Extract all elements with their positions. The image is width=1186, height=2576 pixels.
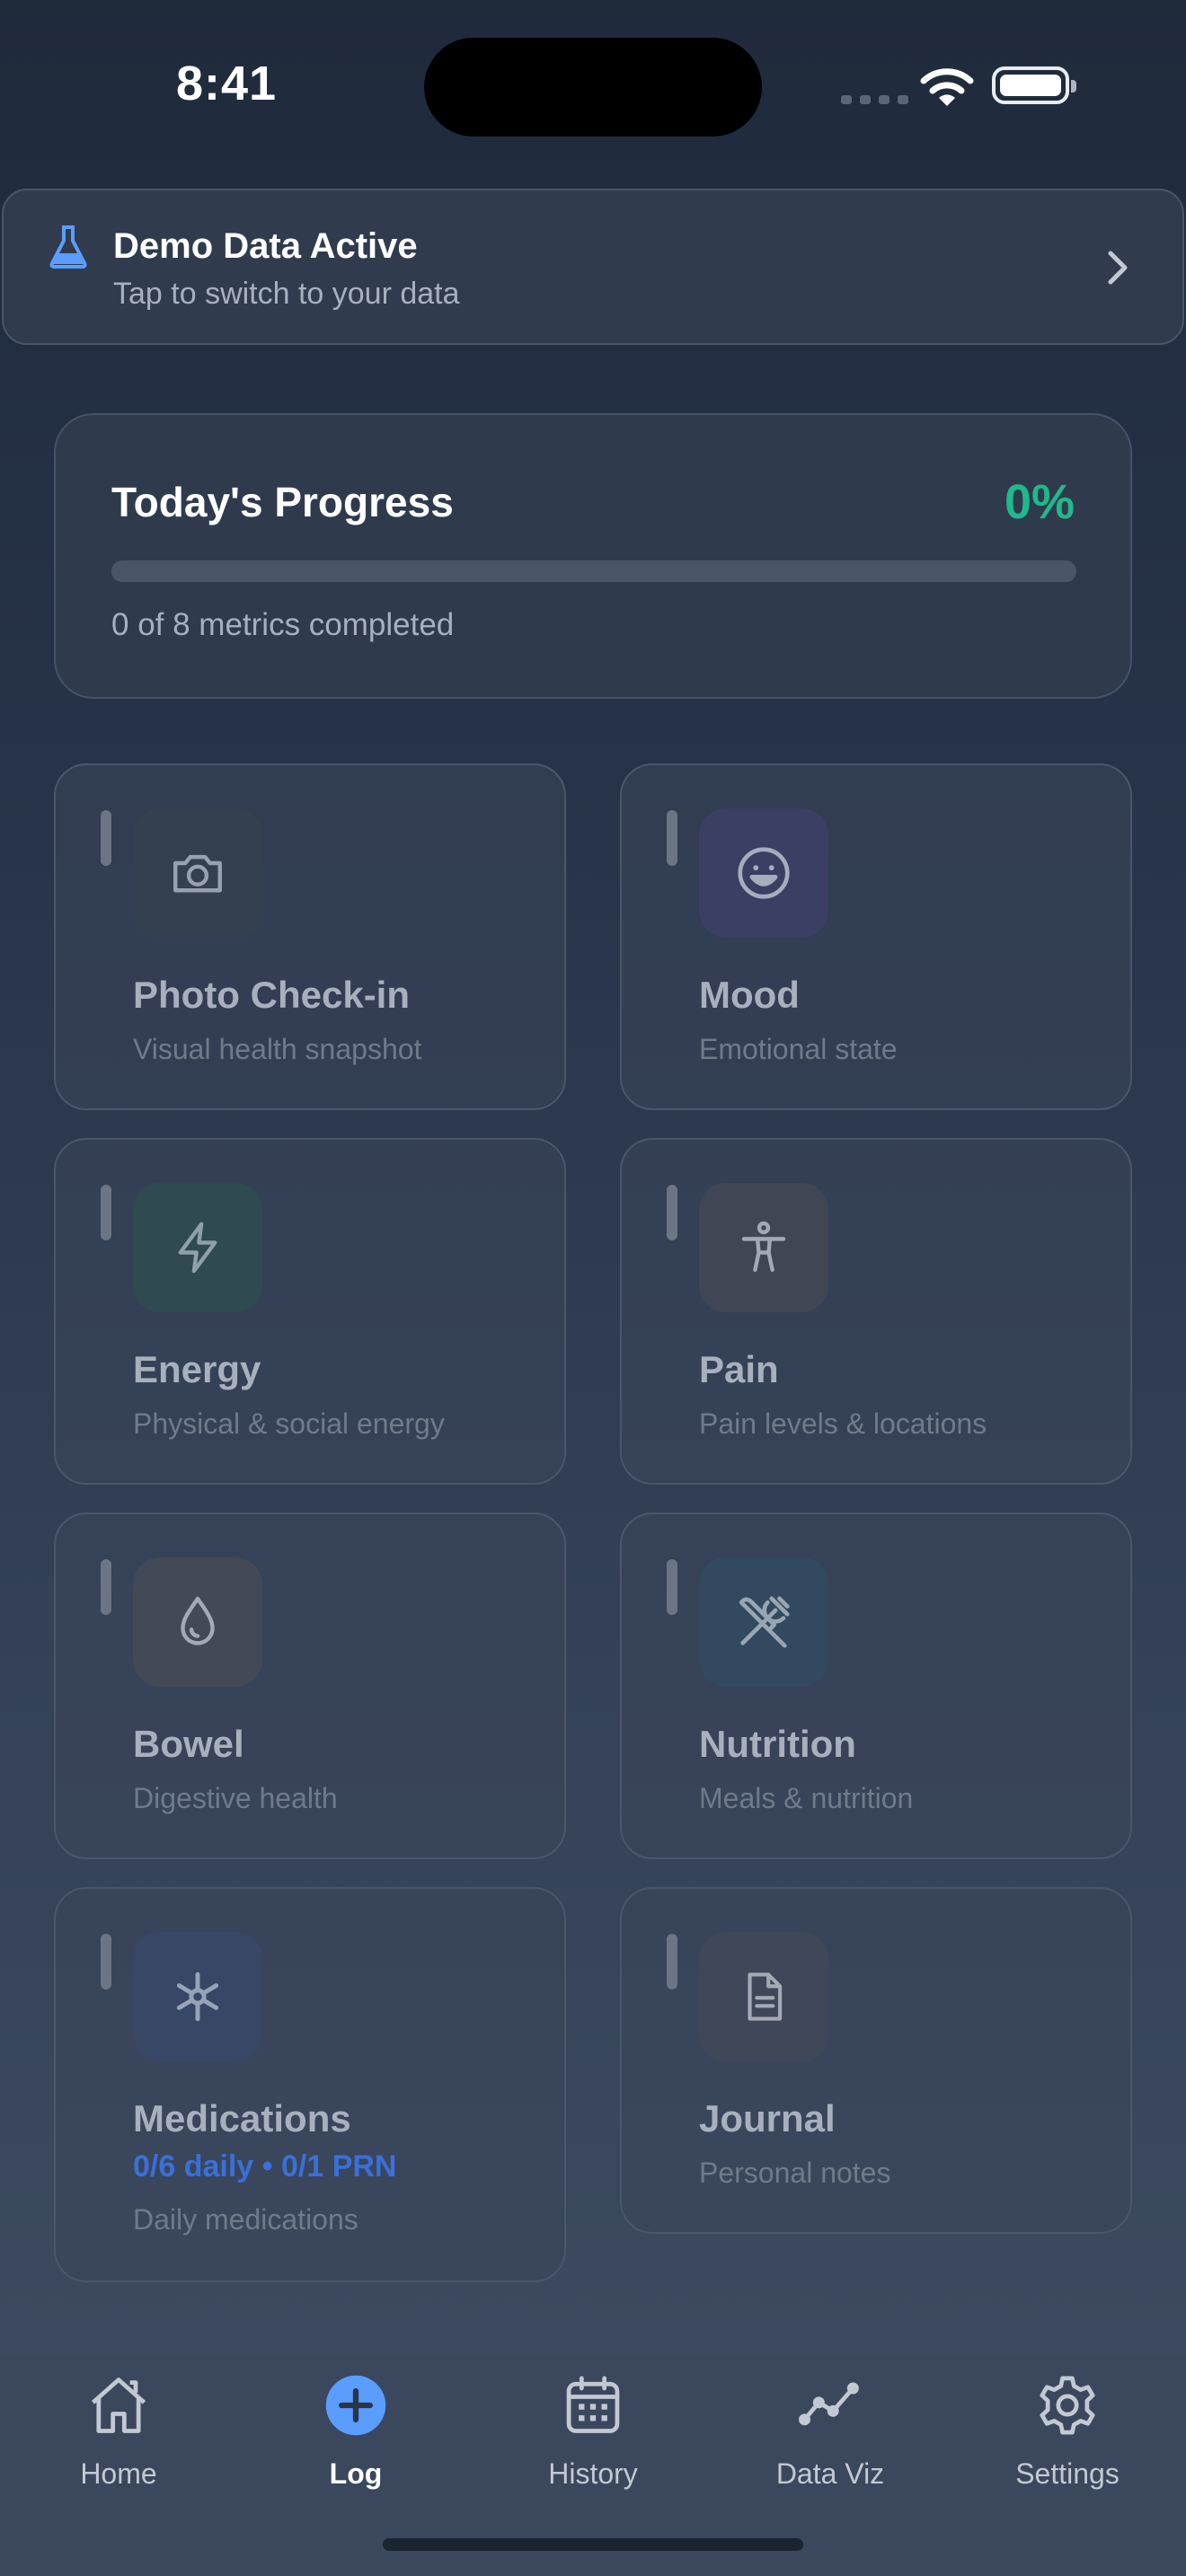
gear-icon <box>949 2371 1186 2439</box>
lightning-icon <box>133 1183 262 1312</box>
todays-progress-card: Today's Progress 0% 0 of 8 metrics compl… <box>54 413 1132 699</box>
line-chart-icon <box>712 2371 949 2439</box>
flask-icon <box>49 225 88 274</box>
metric-title: Bowel <box>133 1723 244 1765</box>
metric-tile-energy[interactable]: Energy Physical & social energy <box>54 1138 566 1485</box>
tab-home[interactable]: Home <box>0 2353 237 2533</box>
cellular-signal-icon <box>841 95 908 104</box>
tab-label: Data Viz <box>775 2457 885 2490</box>
metric-tile-photo-check-in[interactable]: Photo Check-in Visual health snapshot <box>54 763 566 1110</box>
asterisk-icon <box>133 1932 262 2061</box>
home-icon <box>0 2371 237 2439</box>
progress-bar <box>111 560 1076 582</box>
tab-history[interactable]: History <box>474 2353 712 2533</box>
metric-tile-journal[interactable]: Journal Personal notes <box>620 1887 1132 2234</box>
metric-subtitle: Pain levels & locations <box>699 1407 987 1440</box>
person-icon <box>699 1183 828 1312</box>
metric-title: Nutrition <box>699 1723 856 1765</box>
metric-tile-mood[interactable]: Mood Emotional state <box>620 763 1132 1110</box>
demo-banner-title: Demo Data Active <box>113 226 418 266</box>
tab-settings[interactable]: Settings <box>949 2353 1186 2533</box>
drag-handle[interactable] <box>667 1934 677 1989</box>
metric-tile-medications[interactable]: Medications 0/6 daily • 0/1 PRN Daily me… <box>54 1887 566 2282</box>
metric-subtitle: Digestive health <box>133 1782 338 1814</box>
demo-data-banner[interactable]: Demo Data Active Tap to switch to your d… <box>2 189 1184 345</box>
tab-label: Log <box>329 2457 383 2490</box>
tab-log[interactable]: Log <box>237 2353 474 2533</box>
progress-summary: 0 of 8 metrics completed <box>111 607 455 642</box>
metric-title: Mood <box>699 974 800 1016</box>
dynamic-island <box>424 38 762 137</box>
utensils-icon <box>699 1557 828 1687</box>
drag-handle[interactable] <box>101 810 111 866</box>
status-time: 8:41 <box>176 57 278 110</box>
metric-subtitle: Meals & nutrition <box>699 1782 914 1814</box>
wifi-icon <box>920 66 974 112</box>
document-icon <box>699 1932 828 2061</box>
tab-label: Home <box>80 2457 157 2490</box>
droplet-icon <box>133 1557 262 1687</box>
home-indicator <box>383 2538 803 2551</box>
metric-tile-pain[interactable]: Pain Pain levels & locations <box>620 1138 1132 1485</box>
metric-subtitle: Physical & social energy <box>133 1407 445 1440</box>
metric-tile-nutrition[interactable]: Nutrition Meals & nutrition <box>620 1513 1132 1859</box>
progress-title: Today's Progress <box>111 479 454 525</box>
tab-label: History <box>548 2457 638 2490</box>
metric-title: Pain <box>699 1348 779 1390</box>
tab-data-viz[interactable]: Data Viz <box>712 2353 949 2533</box>
metric-title: Energy <box>133 1348 261 1390</box>
metric-tile-bowel[interactable]: Bowel Digestive health <box>54 1513 566 1859</box>
metric-title: Journal <box>699 2097 836 2139</box>
drag-handle[interactable] <box>667 1185 677 1240</box>
drag-handle[interactable] <box>101 1934 111 1989</box>
metric-title: Photo Check-in <box>133 974 411 1016</box>
medication-status: 0/6 daily • 0/1 PRN <box>133 2149 397 2183</box>
battery-icon <box>992 66 1076 104</box>
metric-subtitle: Personal notes <box>699 2157 891 2189</box>
metric-subtitle: Emotional state <box>699 1033 898 1065</box>
metric-subtitle: Daily medications <box>133 2203 358 2236</box>
chevron-right-icon <box>1107 250 1128 290</box>
calendar-icon <box>474 2371 712 2439</box>
tab-label: Settings <box>1015 2457 1120 2490</box>
metric-title: Medications <box>133 2097 351 2139</box>
drag-handle[interactable] <box>101 1559 111 1615</box>
smile-icon <box>699 808 828 938</box>
metric-subtitle: Visual health snapshot <box>133 1033 422 1065</box>
drag-handle[interactable] <box>101 1185 111 1240</box>
camera-icon <box>133 808 262 938</box>
drag-handle[interactable] <box>667 1559 677 1615</box>
demo-banner-subtitle: Tap to switch to your data <box>113 277 460 311</box>
drag-handle[interactable] <box>667 810 677 866</box>
progress-percent: 0% <box>1004 475 1075 529</box>
plus-circle-icon <box>237 2371 474 2439</box>
